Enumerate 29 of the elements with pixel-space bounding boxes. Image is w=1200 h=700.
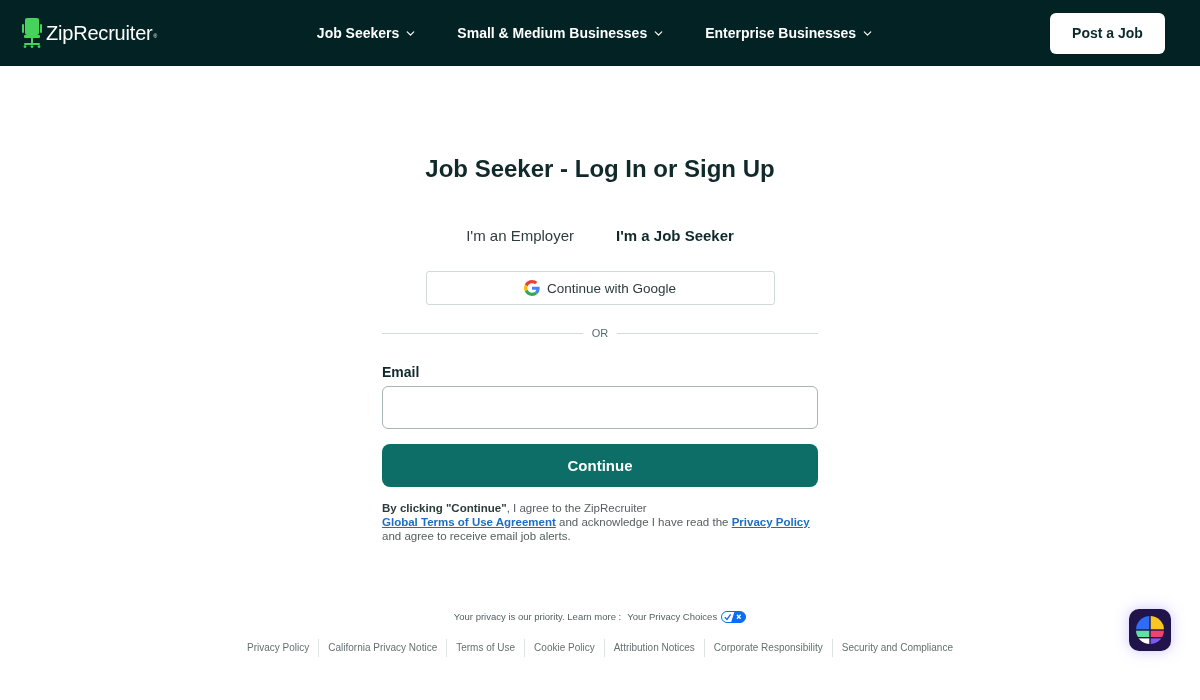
continue-button[interactable]: Continue: [382, 444, 818, 487]
account-type-tab[interactable]: I'm a Job Seeker: [616, 226, 734, 246]
google-sign-in-button[interactable]: Continue with Google: [425, 271, 775, 305]
colorful-circle-icon: [1136, 616, 1164, 644]
page-title: Job Seeker - Log In or Sign Up: [425, 154, 775, 184]
legal-text: By clicking "Continue", I agree to the ZipRecruiter Global Terms of Use Agreement and acknowledge I have read the Privacy Policy and agree to receive email job alerts.: [382, 501, 811, 543]
privacy-note: Your privacy is our priority. Learn more :: [453, 610, 622, 624]
footer-link[interactable]: California Privacy Notice: [328, 641, 438, 655]
footer-link[interactable]: Privacy Policy: [247, 641, 310, 655]
divider-text: OR: [591, 326, 609, 340]
chat-launcher-button[interactable]: [1129, 609, 1171, 651]
nav-menu-button[interactable]: Small & Medium Businesses: [457, 24, 666, 42]
text-link[interactable]: Global Terms of Use Agreement: [382, 516, 556, 528]
footer-link[interactable]: Attribution Notices: [613, 641, 695, 655]
footer-link[interactable]: Terms of Use: [456, 641, 516, 655]
google-g-icon: [523, 280, 540, 296]
footer-link[interactable]: Security and Compliance: [841, 641, 953, 655]
nav-menu-button[interactable]: Job Seekers: [316, 24, 418, 42]
nav-menu-button[interactable]: Enterprise Businesses: [705, 24, 875, 42]
post-a-job-button[interactable]: Post a Job: [1050, 12, 1165, 54]
chair-icon[interactable]: [22, 18, 42, 48]
footer-link[interactable]: Cookie Policy: [534, 641, 595, 655]
account-type-tab[interactable]: I'm an Employer: [466, 226, 575, 246]
field-label: Email: [382, 363, 421, 381]
privacy-choices-link[interactable]: Your Privacy Choices: [627, 610, 747, 624]
toggle-icon: [721, 611, 747, 623]
text-link[interactable]: Privacy Policy: [731, 516, 810, 528]
email-input[interactable]: [382, 386, 818, 429]
footer-link[interactable]: Corporate Responsibility: [713, 641, 823, 655]
